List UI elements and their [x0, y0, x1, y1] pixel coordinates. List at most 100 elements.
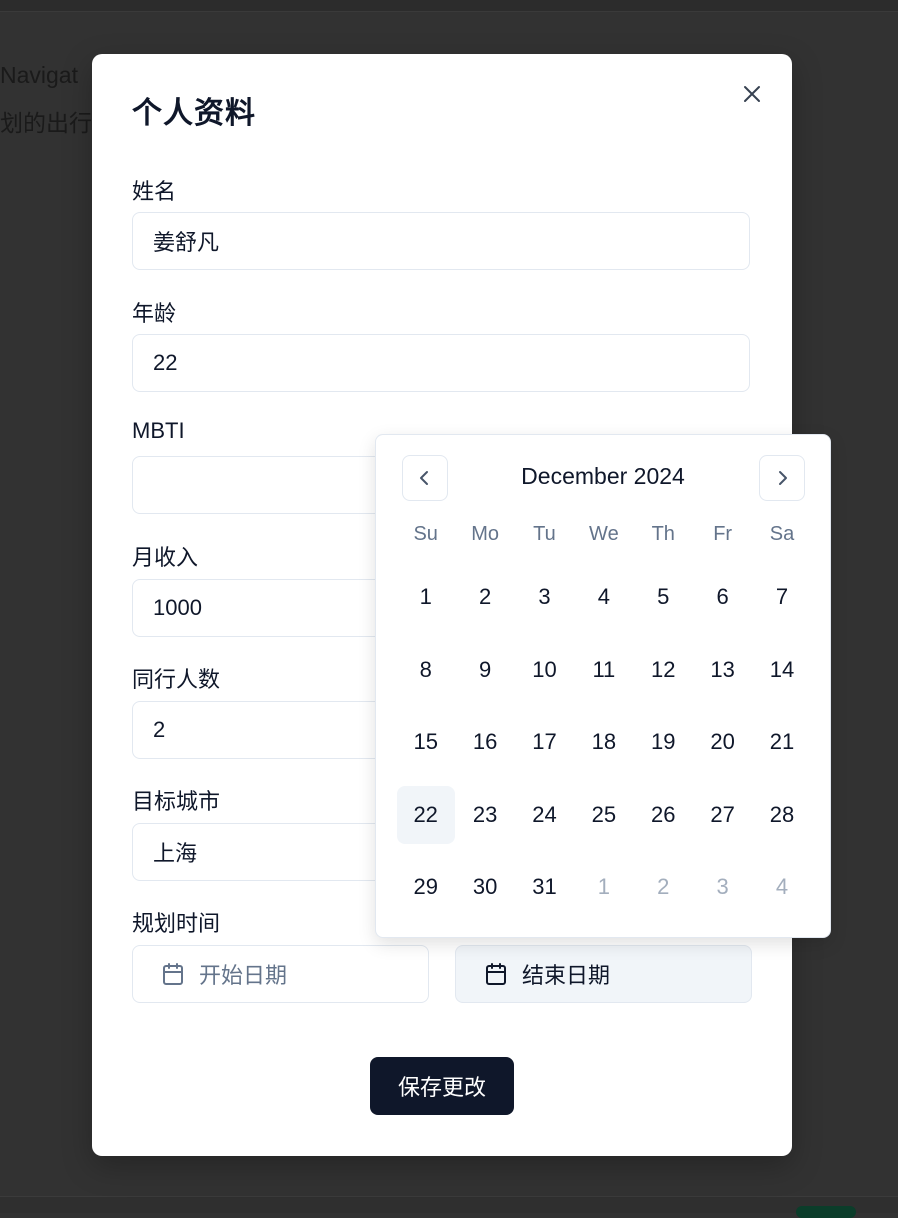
weekday-label: Su: [413, 523, 438, 545]
calendar-day[interactable]: 20: [693, 706, 752, 779]
chevron-right-icon: [779, 471, 787, 485]
calendar-day-label: 9: [478, 656, 492, 682]
calendar-day[interactable]: 30: [455, 851, 514, 924]
calendar-day[interactable]: 12: [634, 634, 693, 707]
calendar-day-label: 25: [591, 801, 617, 827]
calendar-day[interactable]: 3: [693, 851, 752, 924]
income-label: 月收入: [132, 545, 199, 570]
calendar-day[interactable]: 15: [396, 706, 455, 779]
calendar-day-label: 2: [478, 584, 492, 610]
calendar-day[interactable]: 31: [515, 851, 574, 924]
calendar-day[interactable]: 24: [515, 779, 574, 852]
calendar-day-label: 17: [532, 729, 557, 755]
calendar-day-label: 30: [472, 874, 498, 900]
calendar-day-label: 23: [472, 801, 498, 827]
calendar-day-label: 13: [710, 656, 735, 682]
calendar-day-label: 4: [597, 584, 610, 610]
calendar-day[interactable]: 11: [574, 634, 633, 707]
calendar-icon: [161, 962, 185, 986]
calendar-day[interactable]: 2: [634, 851, 693, 924]
weekday-label: Mo: [471, 523, 499, 545]
age-input[interactable]: 22: [132, 334, 750, 392]
calendar-day[interactable]: 8: [396, 634, 455, 707]
calendar-day[interactable]: 27: [693, 779, 752, 852]
dialog-title: 个人资料: [132, 97, 256, 130]
companions-label: 同行人数: [132, 667, 221, 692]
name-input[interactable]: 姜舒凡: [132, 212, 750, 270]
calendar-day-label: 20: [710, 729, 735, 755]
calendar-day[interactable]: 5: [634, 561, 693, 634]
calendar-day[interactable]: 16: [455, 706, 514, 779]
city-label: 目标城市: [132, 789, 221, 814]
calendar-day[interactable]: 4: [752, 851, 811, 924]
calendar-day[interactable]: 6: [693, 561, 752, 634]
calendar-day[interactable]: 19: [634, 706, 693, 779]
weekday-label: We: [589, 523, 619, 545]
background-button: [796, 1206, 856, 1218]
calendar-day-label: 1: [597, 874, 610, 900]
mbti-label: MBTI: [132, 418, 185, 443]
calendar-day[interactable]: 13: [693, 634, 752, 707]
calendar-day[interactable]: 22: [396, 779, 455, 852]
age-label: 年龄: [132, 301, 177, 326]
weekday-label: Th: [651, 523, 675, 545]
name-label: 姓名: [132, 179, 177, 204]
calendar-day-label: 11: [592, 656, 616, 682]
background-text: 划的出行: [0, 110, 92, 136]
calendar-day[interactable]: 1: [574, 851, 633, 924]
calendar-day[interactable]: 2: [455, 561, 514, 634]
calendar-day[interactable]: 17: [515, 706, 574, 779]
save-button[interactable]: 保存更改: [370, 1057, 514, 1115]
weekday-label: Tu: [533, 523, 556, 545]
calendar-day-label: 12: [651, 656, 676, 682]
weekday-label: Sa: [769, 523, 795, 545]
calendar-day-label: 8: [419, 656, 432, 682]
calendar-day[interactable]: 9: [455, 634, 514, 707]
end-date-placeholder: 结束日期: [522, 963, 611, 988]
weekday-label: Fr: [713, 523, 733, 545]
bottom-bar: [0, 1196, 898, 1213]
calendar-day[interactable]: 14: [752, 634, 811, 707]
calendar-day-label: 27: [710, 801, 735, 827]
calendar-day-label: 7: [775, 584, 789, 610]
start-date-placeholder: 开始日期: [199, 963, 288, 988]
calendar-day-label: 1: [419, 584, 432, 610]
calendar-day-label: 31: [532, 874, 557, 900]
plan-time-label: 规划时间: [132, 911, 221, 936]
calendar-day-label: 2: [657, 874, 670, 900]
calendar-day-label: 4: [775, 874, 789, 900]
calendar-day-label: 15: [413, 729, 438, 755]
calendar-icon: [484, 962, 508, 986]
calendar-day[interactable]: 1: [396, 561, 455, 634]
close-icon: [744, 86, 760, 102]
calendar-day-label: 3: [538, 584, 551, 610]
end-date-button[interactable]: 结束日期: [455, 945, 752, 1003]
calendar-weekday-row: Su Mo Tu We Th Fr Sa: [396, 523, 812, 546]
calendar-day-label: 6: [716, 584, 729, 610]
calendar-day[interactable]: 23: [455, 779, 514, 852]
date-picker-popover: December 2024 Su Mo Tu We Th Fr Sa 1 2 3 4 5 6 7 8 9 10…: [375, 434, 831, 938]
calendar-day-label: 22: [396, 785, 455, 844]
calendar-day-label: 18: [591, 729, 617, 755]
close-button[interactable]: [738, 80, 766, 108]
calendar-day[interactable]: 28: [752, 779, 811, 852]
calendar-day[interactable]: 25: [574, 779, 633, 852]
calendar-day[interactable]: 10: [515, 634, 574, 707]
calendar-day[interactable]: 29: [396, 851, 455, 924]
background-text: Navigat: [0, 62, 78, 88]
calendar-day-label: 29: [413, 874, 438, 900]
calendar-day-label: 16: [472, 729, 498, 755]
calendar-day[interactable]: 26: [634, 779, 693, 852]
calendar-day-label: 28: [769, 801, 795, 827]
calendar-day-label: 21: [769, 729, 795, 755]
calendar-day[interactable]: 7: [752, 561, 811, 634]
top-bar: [0, 0, 898, 12]
calendar-day-label: 26: [651, 801, 676, 827]
calendar-day[interactable]: 18: [574, 706, 633, 779]
start-date-button[interactable]: 开始日期: [132, 945, 429, 1003]
calendar-day[interactable]: 21: [752, 706, 811, 779]
next-month-button[interactable]: [759, 455, 805, 501]
calendar-day[interactable]: 4: [574, 561, 633, 634]
calendar-day-label: 5: [657, 584, 670, 610]
calendar-day[interactable]: 3: [515, 561, 574, 634]
